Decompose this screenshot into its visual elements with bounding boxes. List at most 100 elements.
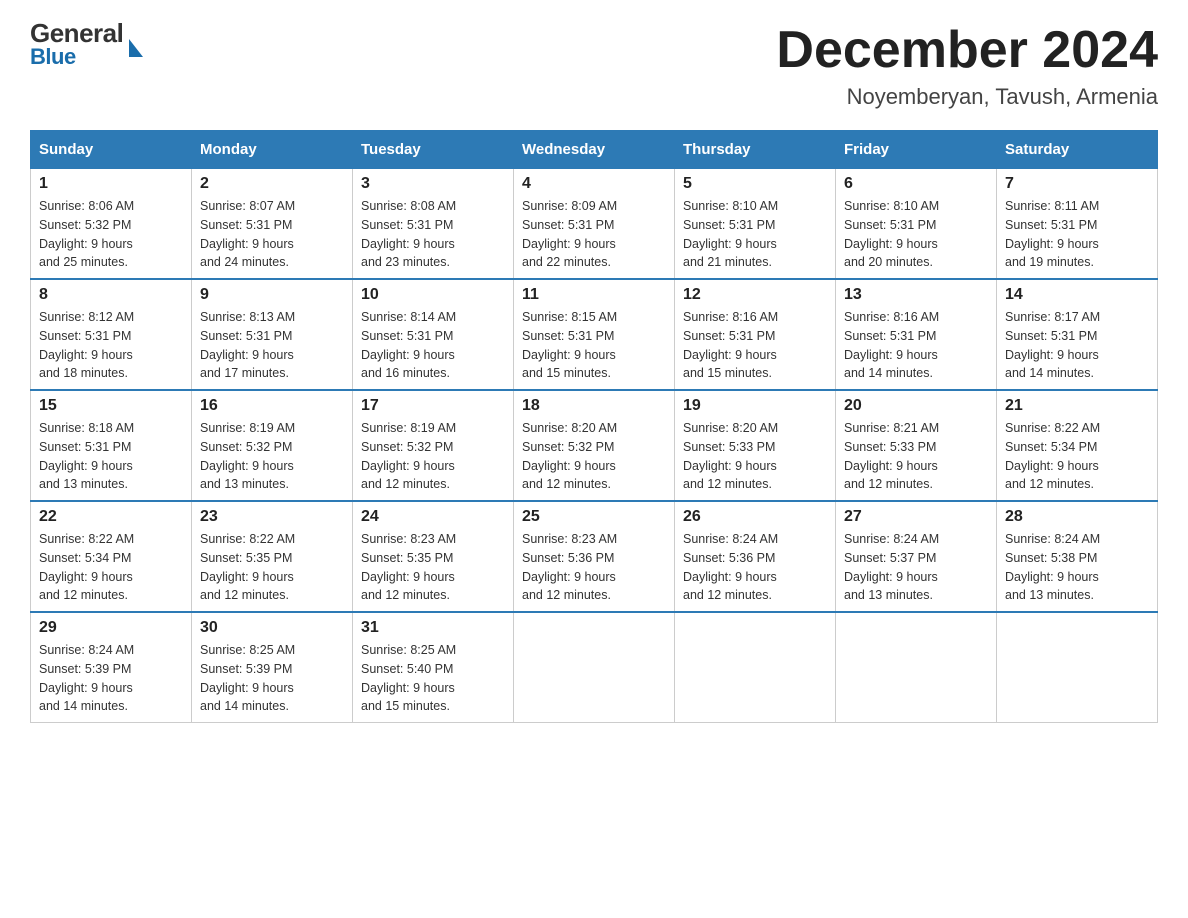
table-row: 13 Sunrise: 8:16 AM Sunset: 5:31 PM Dayl… [836,279,997,390]
day-info: Sunrise: 8:10 AM Sunset: 5:31 PM Dayligh… [844,197,988,272]
day-info: Sunrise: 8:25 AM Sunset: 5:39 PM Dayligh… [200,641,344,716]
day-number: 23 [200,508,344,526]
day-info: Sunrise: 8:22 AM Sunset: 5:34 PM Dayligh… [39,530,183,605]
day-number: 31 [361,619,505,637]
table-row: 30 Sunrise: 8:25 AM Sunset: 5:39 PM Dayl… [192,612,353,723]
col-sunday: Sunday [31,131,192,169]
day-number: 7 [1005,175,1149,193]
day-info: Sunrise: 8:09 AM Sunset: 5:31 PM Dayligh… [522,197,666,272]
day-info: Sunrise: 8:24 AM Sunset: 5:37 PM Dayligh… [844,530,988,605]
table-row: 23 Sunrise: 8:22 AM Sunset: 5:35 PM Dayl… [192,501,353,612]
table-row: 24 Sunrise: 8:23 AM Sunset: 5:35 PM Dayl… [353,501,514,612]
day-info: Sunrise: 8:22 AM Sunset: 5:34 PM Dayligh… [1005,419,1149,494]
table-row: 10 Sunrise: 8:14 AM Sunset: 5:31 PM Dayl… [353,279,514,390]
calendar-table: Sunday Monday Tuesday Wednesday Thursday… [30,130,1158,723]
day-number: 3 [361,175,505,193]
day-number: 30 [200,619,344,637]
day-number: 5 [683,175,827,193]
table-row [836,612,997,723]
col-tuesday: Tuesday [353,131,514,169]
header-row: Sunday Monday Tuesday Wednesday Thursday… [31,131,1158,169]
table-row: 25 Sunrise: 8:23 AM Sunset: 5:36 PM Dayl… [514,501,675,612]
logo-general-text: General [30,20,123,46]
day-info: Sunrise: 8:19 AM Sunset: 5:32 PM Dayligh… [200,419,344,494]
day-number: 20 [844,397,988,415]
month-title: December 2024 [776,20,1158,80]
day-info: Sunrise: 8:23 AM Sunset: 5:36 PM Dayligh… [522,530,666,605]
day-number: 29 [39,619,183,637]
table-row: 31 Sunrise: 8:25 AM Sunset: 5:40 PM Dayl… [353,612,514,723]
table-row: 2 Sunrise: 8:07 AM Sunset: 5:31 PM Dayli… [192,169,353,280]
table-row: 5 Sunrise: 8:10 AM Sunset: 5:31 PM Dayli… [675,169,836,280]
table-row: 16 Sunrise: 8:19 AM Sunset: 5:32 PM Dayl… [192,390,353,501]
calendar-week-row: 1 Sunrise: 8:06 AM Sunset: 5:32 PM Dayli… [31,169,1158,280]
table-row: 11 Sunrise: 8:15 AM Sunset: 5:31 PM Dayl… [514,279,675,390]
table-row: 28 Sunrise: 8:24 AM Sunset: 5:38 PM Dayl… [997,501,1158,612]
day-info: Sunrise: 8:25 AM Sunset: 5:40 PM Dayligh… [361,641,505,716]
table-row: 17 Sunrise: 8:19 AM Sunset: 5:32 PM Dayl… [353,390,514,501]
day-info: Sunrise: 8:18 AM Sunset: 5:31 PM Dayligh… [39,419,183,494]
day-number: 4 [522,175,666,193]
day-info: Sunrise: 8:11 AM Sunset: 5:31 PM Dayligh… [1005,197,1149,272]
day-number: 10 [361,286,505,304]
table-row: 14 Sunrise: 8:17 AM Sunset: 5:31 PM Dayl… [997,279,1158,390]
day-info: Sunrise: 8:07 AM Sunset: 5:31 PM Dayligh… [200,197,344,272]
table-row: 6 Sunrise: 8:10 AM Sunset: 5:31 PM Dayli… [836,169,997,280]
page-header: General Blue December 2024 Noyemberyan, … [30,20,1158,110]
calendar-body: 1 Sunrise: 8:06 AM Sunset: 5:32 PM Dayli… [31,169,1158,723]
day-info: Sunrise: 8:22 AM Sunset: 5:35 PM Dayligh… [200,530,344,605]
day-number: 28 [1005,508,1149,526]
table-row: 7 Sunrise: 8:11 AM Sunset: 5:31 PM Dayli… [997,169,1158,280]
table-row: 4 Sunrise: 8:09 AM Sunset: 5:31 PM Dayli… [514,169,675,280]
logo-arrow-icon [129,39,143,57]
day-number: 12 [683,286,827,304]
day-number: 21 [1005,397,1149,415]
logo: General Blue [30,20,143,68]
title-section: December 2024 Noyemberyan, Tavush, Armen… [776,20,1158,110]
day-number: 18 [522,397,666,415]
table-row: 29 Sunrise: 8:24 AM Sunset: 5:39 PM Dayl… [31,612,192,723]
day-info: Sunrise: 8:13 AM Sunset: 5:31 PM Dayligh… [200,308,344,383]
day-number: 8 [39,286,183,304]
table-row: 15 Sunrise: 8:18 AM Sunset: 5:31 PM Dayl… [31,390,192,501]
day-number: 22 [39,508,183,526]
day-number: 25 [522,508,666,526]
day-number: 1 [39,175,183,193]
day-number: 17 [361,397,505,415]
day-number: 14 [1005,286,1149,304]
day-info: Sunrise: 8:08 AM Sunset: 5:31 PM Dayligh… [361,197,505,272]
day-info: Sunrise: 8:06 AM Sunset: 5:32 PM Dayligh… [39,197,183,272]
table-row: 27 Sunrise: 8:24 AM Sunset: 5:37 PM Dayl… [836,501,997,612]
table-row [997,612,1158,723]
day-info: Sunrise: 8:20 AM Sunset: 5:32 PM Dayligh… [522,419,666,494]
day-number: 24 [361,508,505,526]
day-info: Sunrise: 8:15 AM Sunset: 5:31 PM Dayligh… [522,308,666,383]
logo-blue-text: Blue [30,46,123,68]
day-info: Sunrise: 8:14 AM Sunset: 5:31 PM Dayligh… [361,308,505,383]
table-row: 20 Sunrise: 8:21 AM Sunset: 5:33 PM Dayl… [836,390,997,501]
col-thursday: Thursday [675,131,836,169]
col-monday: Monday [192,131,353,169]
day-number: 27 [844,508,988,526]
location-subtitle: Noyemberyan, Tavush, Armenia [776,84,1158,110]
day-number: 13 [844,286,988,304]
col-friday: Friday [836,131,997,169]
calendar-header: Sunday Monday Tuesday Wednesday Thursday… [31,131,1158,169]
table-row: 22 Sunrise: 8:22 AM Sunset: 5:34 PM Dayl… [31,501,192,612]
day-info: Sunrise: 8:24 AM Sunset: 5:36 PM Dayligh… [683,530,827,605]
day-number: 16 [200,397,344,415]
day-info: Sunrise: 8:24 AM Sunset: 5:38 PM Dayligh… [1005,530,1149,605]
table-row: 21 Sunrise: 8:22 AM Sunset: 5:34 PM Dayl… [997,390,1158,501]
day-number: 19 [683,397,827,415]
day-info: Sunrise: 8:16 AM Sunset: 5:31 PM Dayligh… [683,308,827,383]
day-number: 26 [683,508,827,526]
day-info: Sunrise: 8:12 AM Sunset: 5:31 PM Dayligh… [39,308,183,383]
day-info: Sunrise: 8:20 AM Sunset: 5:33 PM Dayligh… [683,419,827,494]
calendar-week-row: 22 Sunrise: 8:22 AM Sunset: 5:34 PM Dayl… [31,501,1158,612]
table-row: 19 Sunrise: 8:20 AM Sunset: 5:33 PM Dayl… [675,390,836,501]
calendar-week-row: 15 Sunrise: 8:18 AM Sunset: 5:31 PM Dayl… [31,390,1158,501]
table-row [514,612,675,723]
table-row: 3 Sunrise: 8:08 AM Sunset: 5:31 PM Dayli… [353,169,514,280]
calendar-week-row: 8 Sunrise: 8:12 AM Sunset: 5:31 PM Dayli… [31,279,1158,390]
day-number: 6 [844,175,988,193]
